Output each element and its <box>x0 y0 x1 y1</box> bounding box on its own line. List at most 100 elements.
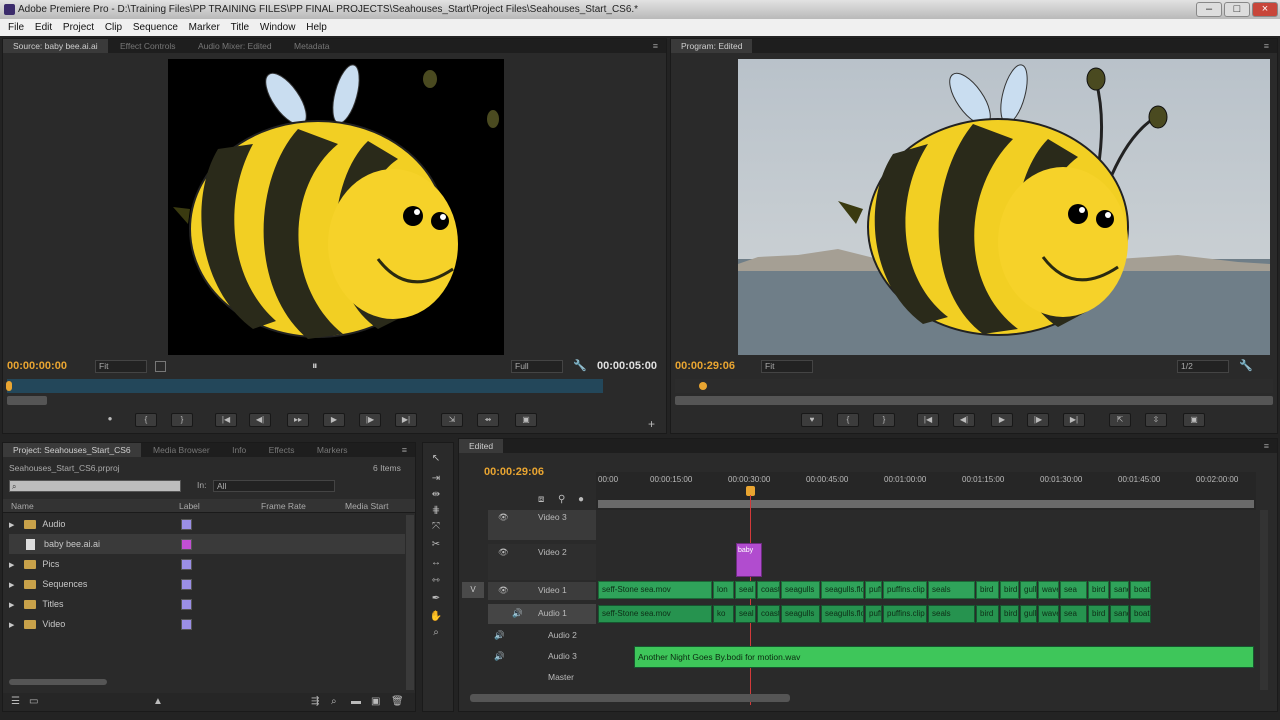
menu-marker[interactable]: Marker <box>189 19 220 36</box>
ripple-edit-tool-icon[interactable]: ⇹ <box>428 488 444 502</box>
go-to-out-button[interactable]: ▶| <box>395 413 417 427</box>
tab-sequence-edited[interactable]: Edited <box>459 439 504 453</box>
step-back-button[interactable]: ◀| <box>249 413 271 427</box>
list-item[interactable]: ▶ Pics <box>9 554 405 574</box>
automate-icon[interactable]: ⇶ <box>311 696 319 707</box>
timeline-clip[interactable]: puffins <box>865 581 882 599</box>
find-icon[interactable]: ⌕ <box>331 696 337 707</box>
program-scrub-bar[interactable] <box>675 379 1273 393</box>
work-area-bar[interactable] <box>598 500 1254 508</box>
eye-icon[interactable]: 👁 <box>498 585 509 596</box>
track-header-video2[interactable]: 👁 Video 2 <box>488 544 596 580</box>
vertical-scrollbar[interactable] <box>406 515 414 690</box>
a3-music-clip[interactable]: Another Night Goes By.bodi for motion.wa… <box>634 646 1254 668</box>
menu-sequence[interactable]: Sequence <box>133 19 178 36</box>
menu-title[interactable]: Title <box>231 19 250 36</box>
source-scrub-bar[interactable] <box>7 379 603 393</box>
settings-icon[interactable] <box>155 361 166 372</box>
program-zoom-scroll[interactable] <box>675 396 1273 405</box>
list-item[interactable]: baby bee.ai.ai <box>9 534 405 554</box>
timeline-clip[interactable]: sand <box>1110 605 1129 623</box>
pen-tool-icon[interactable]: ✒ <box>428 592 444 606</box>
timeline-clip[interactable]: seagulls.flo <box>821 581 864 599</box>
slip-tool-icon[interactable]: ↔ <box>428 556 444 570</box>
timeline-clip[interactable]: bird <box>1088 581 1109 599</box>
selection-tool-icon[interactable]: ↖ <box>428 452 444 466</box>
timeline-clip[interactable]: seff-Stone sea.mov <box>598 581 712 599</box>
timeline-clip[interactable]: seagulls <box>781 605 820 623</box>
close-icon[interactable]: × <box>1252 2 1278 17</box>
icon-view-icon[interactable]: ▭ <box>29 696 38 707</box>
track-header-audio2[interactable]: 🔊 Audio 2 <box>488 626 596 646</box>
timeline-clip[interactable]: bird <box>976 581 999 599</box>
tab-metadata[interactable]: Metadata <box>284 39 339 53</box>
source-fit-select[interactable]: Fit <box>95 360 147 373</box>
list-item[interactable]: ▶ Titles <box>9 594 405 614</box>
tab-effects[interactable]: Effects <box>259 443 305 457</box>
insert-button[interactable]: ⇲ <box>441 413 463 427</box>
speaker-icon[interactable]: 🔊 <box>494 651 505 662</box>
eye-icon[interactable]: 👁 <box>498 512 509 523</box>
track-header-audio3[interactable]: 🔊 Audio 3 <box>488 647 596 667</box>
timeline-clip[interactable]: seals <box>928 605 975 623</box>
rate-stretch-tool-icon[interactable]: ⤧ <box>428 520 444 534</box>
lift-button[interactable]: ⇱ <box>1109 413 1131 427</box>
col-frame-rate[interactable]: Frame Rate <box>261 499 306 513</box>
timeline-clip[interactable]: gull <box>1020 581 1037 599</box>
new-bin-icon[interactable]: ▬ <box>351 696 361 707</box>
hand-tool-icon[interactable]: ✋ <box>428 610 444 624</box>
trash-icon[interactable]: 🗑 <box>391 696 404 707</box>
menu-window[interactable]: Window <box>260 19 296 36</box>
go-to-out-button[interactable]: ▶| <box>1063 413 1085 427</box>
tab-audio-mixer[interactable]: Audio Mixer: Edited <box>188 39 282 53</box>
timeline-horizontal-scrollbar[interactable] <box>470 694 790 702</box>
go-to-in-button[interactable]: |◀ <box>215 413 237 427</box>
list-item[interactable]: ▶ Sequences <box>9 574 405 594</box>
timeline-clip[interactable]: wave <box>1038 605 1059 623</box>
slide-tool-icon[interactable]: ⇿ <box>428 574 444 588</box>
program-quality-select[interactable]: 1/2 <box>1177 360 1229 373</box>
source-timecode-in[interactable]: 00:00:00:00 <box>7 360 67 372</box>
step-back-button[interactable]: ◀| <box>953 413 975 427</box>
tab-markers[interactable]: Markers <box>307 443 358 457</box>
program-fit-select[interactable]: Fit <box>761 360 813 373</box>
razor-tool-icon[interactable]: ✂ <box>428 538 444 552</box>
timeline-clip[interactable]: puffins.clip <box>883 581 927 599</box>
timeline-clip[interactable]: wave <box>1038 581 1059 599</box>
panel-menu-icon[interactable]: ≡ <box>653 39 658 53</box>
zoom-tool-icon[interactable]: ⌕ <box>428 626 444 640</box>
play-button[interactable]: ▶ <box>991 413 1013 427</box>
track-header-audio1[interactable]: 🔊 Audio 1 <box>488 604 596 624</box>
source-quality-select[interactable]: Full <box>511 360 563 373</box>
timeline-vertical-scrollbar[interactable] <box>1260 510 1268 690</box>
timeline-clip[interactable]: sea <box>1060 581 1087 599</box>
tab-program[interactable]: Program: Edited <box>671 39 753 53</box>
source-playhead[interactable] <box>6 381 12 391</box>
mark-in-button[interactable]: { <box>135 413 157 427</box>
source-zoom-scroll[interactable] <box>7 396 47 405</box>
new-item-icon[interactable]: ▣ <box>371 696 380 707</box>
timeline-clip[interactable]: bird.co <box>1000 605 1019 623</box>
maximize-icon[interactable]: □ <box>1224 2 1250 17</box>
extract-button[interactable]: ⇳ <box>1145 413 1167 427</box>
minimize-icon[interactable]: – <box>1196 2 1222 17</box>
timeline-clip[interactable]: bird <box>1088 605 1109 623</box>
go-to-in-button[interactable]: |◀ <box>917 413 939 427</box>
timeline-clip[interactable]: sand <box>1110 581 1129 599</box>
col-name[interactable]: Name <box>11 499 34 513</box>
tab-effect-controls[interactable]: Effect Controls <box>110 39 186 53</box>
track-header-master[interactable]: Master <box>488 668 596 688</box>
tab-info[interactable]: Info <box>222 443 256 457</box>
wrench-icon[interactable]: 🔧 <box>573 359 587 372</box>
timeline-clip[interactable]: boat <box>1130 581 1151 599</box>
timeline-clip[interactable]: boat <box>1130 605 1151 623</box>
timeline-clip[interactable]: puffins <box>865 605 882 623</box>
panel-menu-icon[interactable]: ≡ <box>402 443 407 457</box>
menu-help[interactable]: Help <box>306 19 327 36</box>
track-select-tool-icon[interactable]: ⇥ <box>428 472 444 486</box>
overwrite-button[interactable]: ⇴ <box>477 413 499 427</box>
list-view-icon[interactable]: ☰ <box>11 696 20 707</box>
in-select[interactable]: All <box>213 480 335 492</box>
col-media-start[interactable]: Media Start <box>345 499 388 513</box>
search-input[interactable]: ⌕ <box>9 480 181 492</box>
